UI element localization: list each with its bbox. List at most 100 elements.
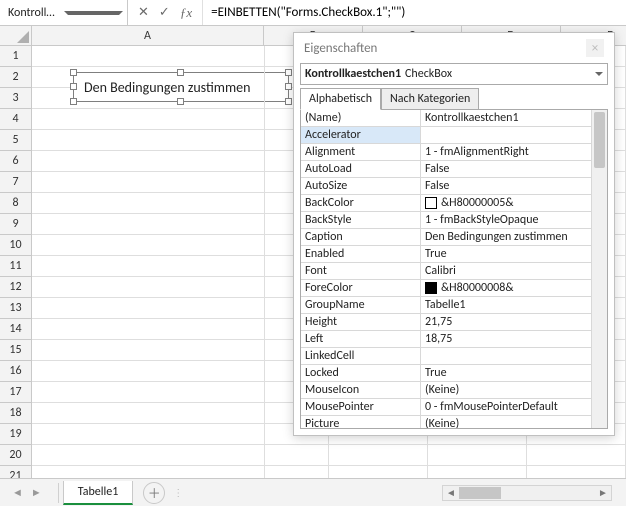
property-value[interactable] — [421, 127, 591, 143]
property-value[interactable]: (Keine) — [421, 382, 591, 398]
close-icon[interactable]: × — [586, 39, 604, 57]
property-value[interactable]: Calibri — [421, 263, 591, 279]
resize-handle[interactable] — [70, 83, 77, 90]
resize-handle[interactable] — [285, 98, 292, 105]
property-value[interactable]: True — [421, 365, 591, 381]
sheet-tab[interactable]: Tabelle1 — [63, 481, 134, 505]
property-row[interactable]: ForeColor&H80000008& — [301, 280, 591, 297]
scrollbar-thumb[interactable] — [594, 112, 605, 168]
property-row[interactable]: Alignment1 - fmAlignmentRight — [301, 144, 591, 161]
row-header[interactable]: 9 — [0, 214, 31, 235]
property-row[interactable]: MouseIcon(Keine) — [301, 382, 591, 399]
row-header[interactable]: 19 — [0, 424, 31, 445]
tab-categorized[interactable]: Nach Kategorien — [381, 88, 479, 110]
property-name: Alignment — [301, 144, 421, 160]
chevron-down-icon — [64, 11, 124, 19]
properties-scrollbar[interactable] — [591, 110, 607, 428]
resize-handle[interactable] — [70, 69, 77, 76]
row-header[interactable]: 10 — [0, 235, 31, 256]
property-row[interactable]: CaptionDen Bedingungen zustimmen — [301, 229, 591, 246]
property-value[interactable]: 1 - fmAlignmentRight — [421, 144, 591, 160]
property-row[interactable]: FontCalibri — [301, 263, 591, 280]
select-all-corner[interactable] — [0, 26, 32, 46]
property-value[interactable]: 0 - fmMousePointerDefault — [421, 399, 591, 415]
scrollbar-thumb[interactable] — [459, 487, 501, 499]
resize-handle[interactable] — [285, 69, 292, 76]
row-header[interactable]: 16 — [0, 361, 31, 382]
properties-grid[interactable]: (Name)Kontrollkaestchen1AcceleratorAlign… — [301, 110, 591, 428]
property-value[interactable]: (Keine) — [421, 416, 591, 428]
fx-icon[interactable]: ƒx — [180, 5, 192, 21]
property-row[interactable]: Accelerator — [301, 127, 591, 144]
row-header[interactable]: 13 — [0, 298, 31, 319]
scroll-right-icon[interactable]: ► — [595, 486, 611, 499]
property-row[interactable]: AutoSizeFalse — [301, 178, 591, 195]
property-row[interactable]: LockedTrue — [301, 365, 591, 382]
property-name: MousePointer — [301, 399, 421, 415]
property-value[interactable]: 18,75 — [421, 331, 591, 347]
row-header[interactable]: 8 — [0, 193, 31, 214]
row-header[interactable]: 12 — [0, 277, 31, 298]
name-box-text: Kontrollk... — [8, 6, 60, 20]
object-selector[interactable]: Kontrollkaestchen1 CheckBox — [300, 63, 608, 85]
row-header[interactable]: 2 — [0, 67, 31, 88]
property-name: (Name) — [301, 110, 421, 126]
row-header[interactable]: 5 — [0, 130, 31, 151]
row-header[interactable]: 11 — [0, 256, 31, 277]
properties-pane[interactable]: Eigenschaften × Kontrollkaestchen1 Check… — [293, 32, 615, 436]
row-header[interactable]: 21 — [0, 466, 31, 478]
sheet-tab-strip: ◄ ► Tabelle1 ＋ ⋮ ◄ ► — [0, 478, 626, 506]
property-value[interactable]: Kontrollkaestchen1 — [421, 110, 591, 126]
row-header[interactable]: 20 — [0, 445, 31, 466]
resize-handle[interactable] — [285, 83, 292, 90]
horizontal-scrollbar[interactable]: ◄ ► — [442, 485, 612, 501]
property-row[interactable]: GroupNameTabelle1 — [301, 297, 591, 314]
tab-alphabetical[interactable]: Alphabetisch — [300, 88, 381, 110]
property-value[interactable]: Den Bedingungen zustimmen — [421, 229, 591, 245]
name-box[interactable]: Kontrollk... — [0, 0, 128, 25]
property-value[interactable] — [421, 348, 591, 364]
row-header[interactable]: 6 — [0, 151, 31, 172]
row-header[interactable]: 18 — [0, 403, 31, 424]
sheet-nav-next-icon[interactable]: ► — [27, 486, 46, 499]
property-name: BackStyle — [301, 212, 421, 228]
property-row[interactable]: AutoLoadFalse — [301, 161, 591, 178]
property-value[interactable]: False — [421, 178, 591, 194]
object-name: Kontrollkaestchen1 — [305, 67, 401, 81]
property-row[interactable]: LinkedCell — [301, 348, 591, 365]
property-row[interactable]: Picture(Keine) — [301, 416, 591, 428]
property-row[interactable]: (Name)Kontrollkaestchen1 — [301, 110, 591, 127]
enter-formula-icon[interactable]: ✓ — [159, 5, 170, 20]
property-value[interactable]: 21,75 — [421, 314, 591, 330]
row-header[interactable]: 1 — [0, 46, 31, 67]
property-value[interactable]: False — [421, 161, 591, 177]
row-header[interactable]: 3 — [0, 88, 31, 109]
property-row[interactable]: Height21,75 — [301, 314, 591, 331]
property-value[interactable]: &H80000008& — [421, 280, 591, 296]
cancel-formula-icon[interactable]: ✕ — [138, 5, 149, 20]
scroll-left-icon[interactable]: ◄ — [443, 486, 459, 499]
column-header[interactable]: A — [32, 26, 264, 45]
property-value[interactable]: True — [421, 246, 591, 262]
checkbox-control[interactable]: Den Bedingungen zustimmen — [73, 72, 289, 102]
property-row[interactable]: BackStyle1 - fmBackStyleOpaque — [301, 212, 591, 229]
property-row[interactable]: MousePointer0 - fmMousePointerDefault — [301, 399, 591, 416]
resize-handle[interactable] — [70, 98, 77, 105]
sheet-nav-prev-icon[interactable]: ◄ — [8, 486, 27, 499]
property-row[interactable]: EnabledTrue — [301, 246, 591, 263]
row-header[interactable]: 14 — [0, 319, 31, 340]
worksheet-grid[interactable]: ABCDEF 123456789101112131415161718192021… — [0, 26, 626, 478]
property-row[interactable]: Left18,75 — [301, 331, 591, 348]
row-header[interactable]: 17 — [0, 382, 31, 403]
row-header[interactable]: 4 — [0, 109, 31, 130]
formula-bar[interactable]: =EINBETTEN("Forms.CheckBox.1";"") — [203, 0, 626, 25]
resize-handle[interactable] — [177, 69, 184, 76]
property-row[interactable]: BackColor&H80000005& — [301, 195, 591, 212]
resize-handle[interactable] — [177, 98, 184, 105]
property-value[interactable]: Tabelle1 — [421, 297, 591, 313]
property-value[interactable]: &H80000005& — [421, 195, 591, 211]
row-header[interactable]: 7 — [0, 172, 31, 193]
add-sheet-button[interactable]: ＋ — [143, 482, 165, 504]
property-value[interactable]: 1 - fmBackStyleOpaque — [421, 212, 591, 228]
row-header[interactable]: 15 — [0, 340, 31, 361]
